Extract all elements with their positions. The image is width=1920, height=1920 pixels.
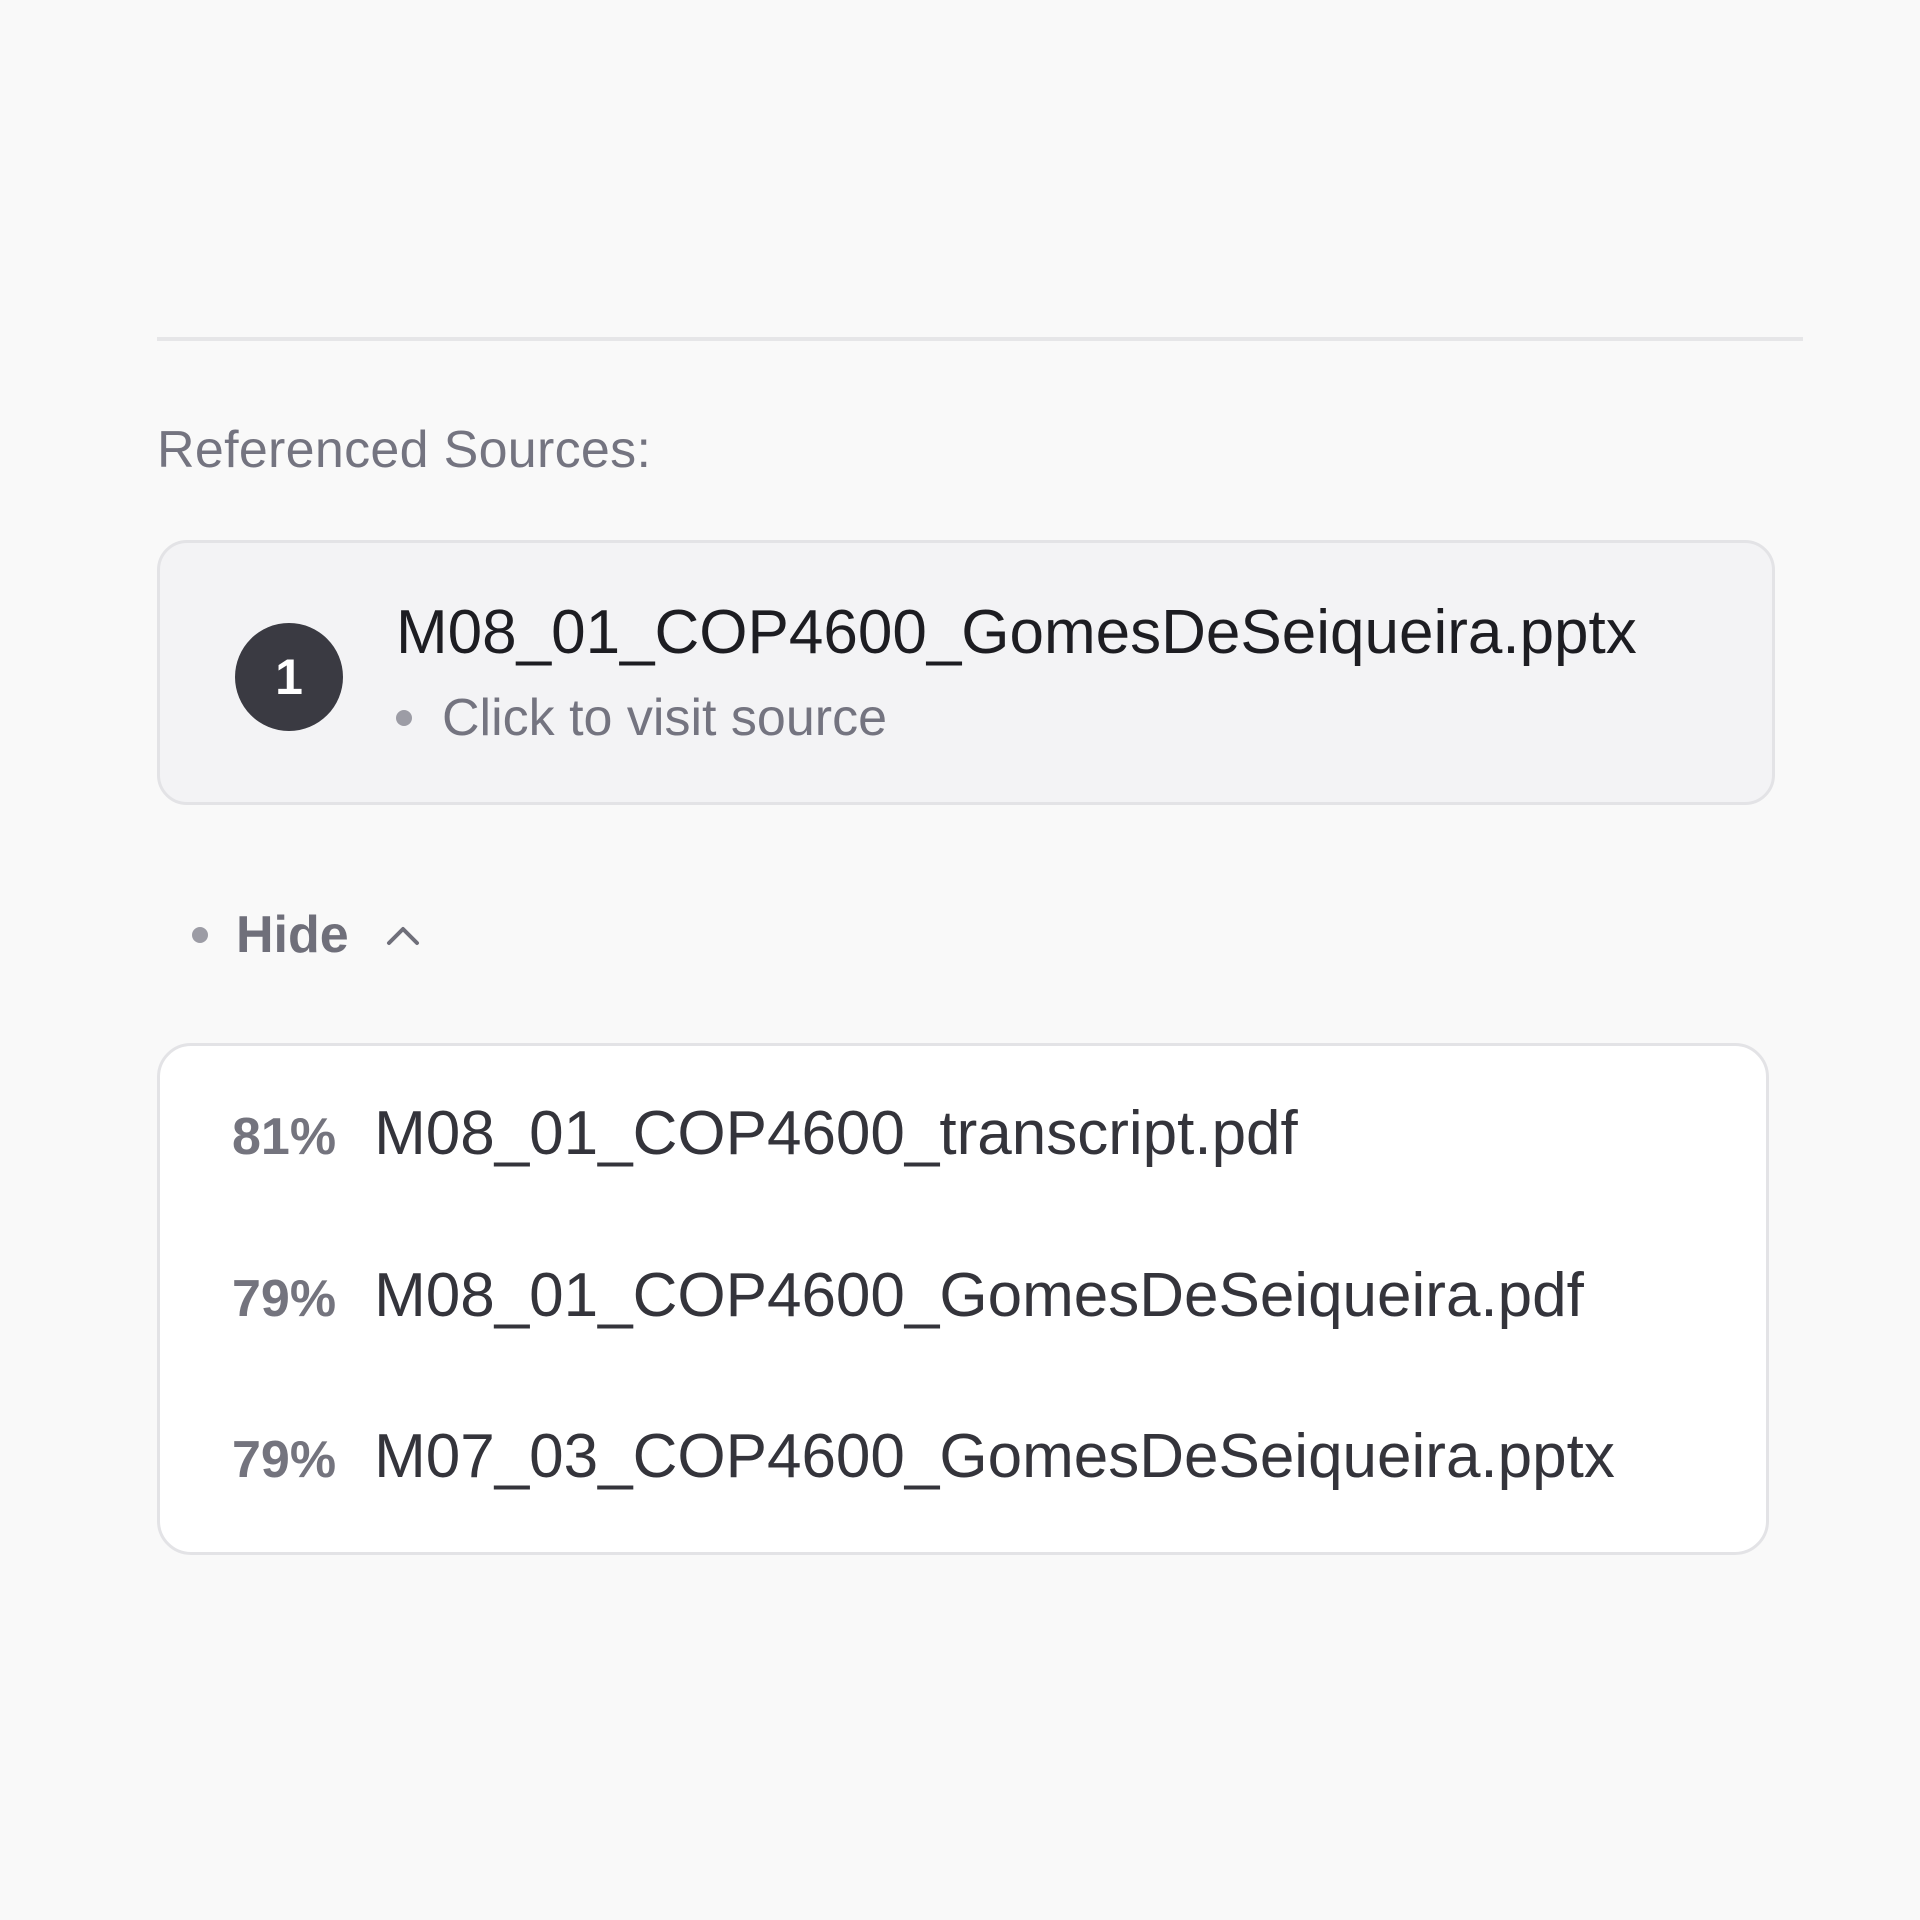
chevron-up-icon — [385, 923, 421, 947]
primary-source-card[interactable]: 1 M08_01_COP4600_GomesDeSeiqueira.pptx C… — [157, 540, 1775, 805]
file-name: M07_03_COP4600_GomesDeSeiqueira.pptx — [374, 1422, 1615, 1491]
match-score: 79% — [232, 1431, 337, 1489]
related-source-item[interactable]: 79% M07_03_COP4600_GomesDeSeiqueira.pptx — [232, 1421, 1615, 1492]
bullet-dot-icon — [192, 927, 208, 943]
section-label: Referenced Sources: — [157, 421, 652, 479]
match-score: 79% — [232, 1270, 337, 1328]
related-sources-list: 81% M08_01_COP4600_transcript.pdf 79% M0… — [157, 1043, 1769, 1555]
file-name: M08_01_COP4600_GomesDeSeiqueira.pdf — [374, 1261, 1584, 1330]
visit-source-link[interactable]: Click to visit source — [442, 688, 887, 748]
divider — [157, 337, 1803, 341]
source-subtitle-row: Click to visit source — [396, 688, 887, 748]
match-score: 81% — [232, 1108, 337, 1166]
source-number-badge: 1 — [235, 623, 343, 731]
file-name: M08_01_COP4600_transcript.pdf — [374, 1099, 1298, 1168]
hide-label: Hide — [236, 906, 349, 964]
source-title: M08_01_COP4600_GomesDeSeiqueira.pptx — [396, 598, 1637, 667]
related-source-item[interactable]: 81% M08_01_COP4600_transcript.pdf — [232, 1098, 1298, 1169]
related-source-item[interactable]: 79% M08_01_COP4600_GomesDeSeiqueira.pdf — [232, 1260, 1584, 1331]
hide-toggle-button[interactable]: Hide — [192, 902, 421, 968]
bullet-dot-icon — [396, 710, 412, 726]
